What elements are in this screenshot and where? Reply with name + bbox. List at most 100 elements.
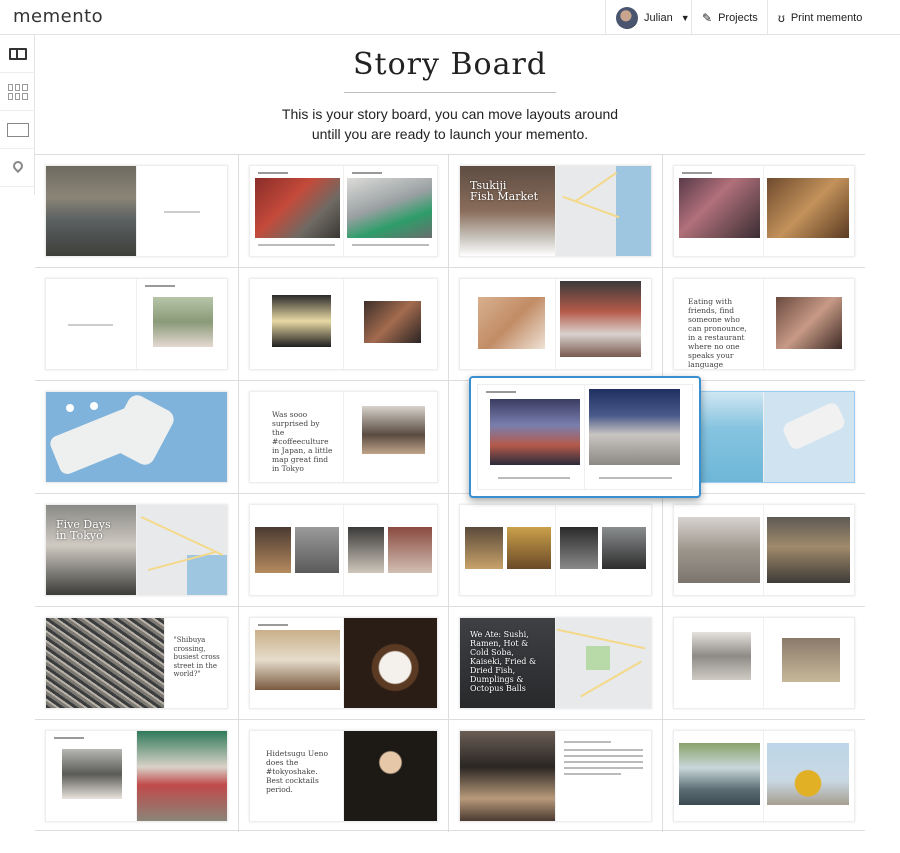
page-right	[344, 505, 438, 595]
spread	[249, 165, 438, 257]
page-right-map	[555, 618, 651, 708]
photo-yellow-pumpkin	[767, 743, 849, 805]
spread-tile[interactable]	[663, 607, 865, 720]
page-left	[46, 166, 137, 256]
page-left	[250, 166, 344, 256]
spread-tile[interactable]: Five Days in Tokyo	[35, 494, 239, 607]
map-water	[187, 555, 227, 595]
photo	[559, 527, 598, 569]
page-right-map	[136, 505, 227, 595]
grid-icon	[7, 83, 28, 100]
photo-portrait	[363, 301, 421, 343]
spread-tile[interactable]	[239, 268, 449, 381]
page-left	[674, 618, 764, 708]
spread-tile[interactable]: "Shibuya crossing, busiest cross street …	[35, 607, 239, 720]
spread-tile[interactable]	[35, 720, 239, 832]
spread	[249, 278, 438, 370]
photo-coffee-cup	[343, 618, 437, 708]
photo	[295, 527, 339, 573]
spread-tile[interactable]	[663, 720, 865, 832]
photo-food-closeup	[478, 297, 545, 349]
photo-bakery	[255, 630, 340, 690]
spread-tile[interactable]	[449, 268, 663, 381]
dragged-spread[interactable]	[469, 376, 701, 498]
map-road	[561, 195, 620, 219]
spread-tile[interactable]: Was sooo surprised by the #coffeeculture…	[239, 381, 449, 494]
text-line	[563, 761, 643, 763]
spread-quote: Was sooo surprised by the #coffeeculture…	[272, 410, 333, 473]
photo	[347, 527, 384, 573]
photo	[507, 527, 551, 569]
caption-line	[258, 244, 335, 246]
spread-tile[interactable]: We Ate: Sushi, Ramen, Hot & Cold Soba, K…	[449, 607, 663, 720]
spread-tile[interactable]	[449, 494, 663, 607]
spread-tile[interactable]	[663, 155, 865, 268]
text-line	[563, 773, 621, 775]
spread-tile[interactable]	[35, 268, 239, 381]
overlay-title: Tsukiji Fish Market	[470, 179, 539, 203]
page-right: "Shibuya crossing, busiest cross street …	[165, 618, 227, 708]
spread-tile[interactable]	[449, 720, 663, 832]
page-left	[674, 166, 764, 256]
photo-tuna-auction	[589, 389, 680, 465]
spread-tile[interactable]	[35, 155, 239, 268]
photo-interior	[782, 638, 840, 682]
page-left	[46, 279, 137, 369]
app-logo[interactable]: memento	[13, 6, 103, 27]
spread-tile[interactable]	[239, 494, 449, 607]
text-line	[563, 749, 643, 751]
page-left	[460, 505, 556, 595]
user-menu[interactable]: Julian ▼	[605, 0, 691, 35]
page-right	[343, 731, 437, 821]
spread	[45, 278, 228, 370]
photo	[387, 527, 432, 573]
spread: Was sooo surprised by the #coffeeculture…	[249, 391, 438, 483]
photo-coffee-shop	[361, 406, 425, 454]
photo	[601, 527, 646, 569]
photo-architecture	[767, 517, 850, 583]
overlay-title: Five Days in Tokyo	[56, 518, 111, 542]
caption-line	[486, 391, 516, 393]
spread-tile[interactable]: Eating with friends, find someone who ca…	[663, 268, 865, 381]
caption-line	[258, 624, 288, 626]
print-memento-button[interactable]: ʊ Print memento	[767, 0, 875, 35]
page-right	[136, 731, 227, 821]
photo-water-garden	[679, 743, 760, 805]
page-right	[764, 166, 854, 256]
caption-line	[54, 737, 84, 739]
page-left	[250, 505, 344, 595]
photo	[255, 527, 291, 573]
spread-tile[interactable]	[663, 494, 865, 607]
page-left	[674, 731, 764, 821]
page-right-map	[764, 392, 854, 482]
photo-bartender	[343, 731, 437, 821]
spread	[249, 504, 438, 596]
photo-food	[767, 178, 849, 238]
projects-button[interactable]: ✎ Projects	[691, 0, 767, 35]
map-water	[616, 166, 651, 256]
page-left	[460, 731, 556, 821]
page-right	[764, 279, 854, 369]
spread	[459, 278, 652, 370]
top-bar: memento Julian ▼ ✎ Projects ʊ Print meme…	[0, 0, 900, 35]
page-left	[250, 279, 344, 369]
spread	[673, 165, 855, 257]
spread-tile[interactable]	[35, 381, 239, 494]
page-subtitle: This is your story board, you can move l…	[0, 104, 900, 144]
map-view-button[interactable]	[0, 149, 35, 187]
spread-quote: Eating with friends, find someone who ca…	[688, 297, 747, 369]
spread-tile[interactable]	[239, 607, 449, 720]
page-right	[556, 279, 652, 369]
spread	[477, 384, 693, 490]
spread-tile[interactable]	[239, 155, 449, 268]
caption-line	[258, 172, 288, 174]
photo-market-hall	[490, 399, 580, 465]
overlay-title: We Ate: Sushi, Ramen, Hot & Cold Soba, K…	[470, 630, 537, 693]
spread-tile[interactable]: Hidetsugu Ueno does the #tokyoshake. Bes…	[239, 720, 449, 832]
chevron-down-icon: ▼	[680, 12, 690, 23]
user-avatar	[616, 6, 638, 29]
pencil-icon: ✎	[702, 10, 713, 25]
caption-line	[498, 477, 570, 479]
page-right	[764, 731, 854, 821]
spread-tile[interactable]: Tsukiji Fish Market	[449, 155, 663, 268]
